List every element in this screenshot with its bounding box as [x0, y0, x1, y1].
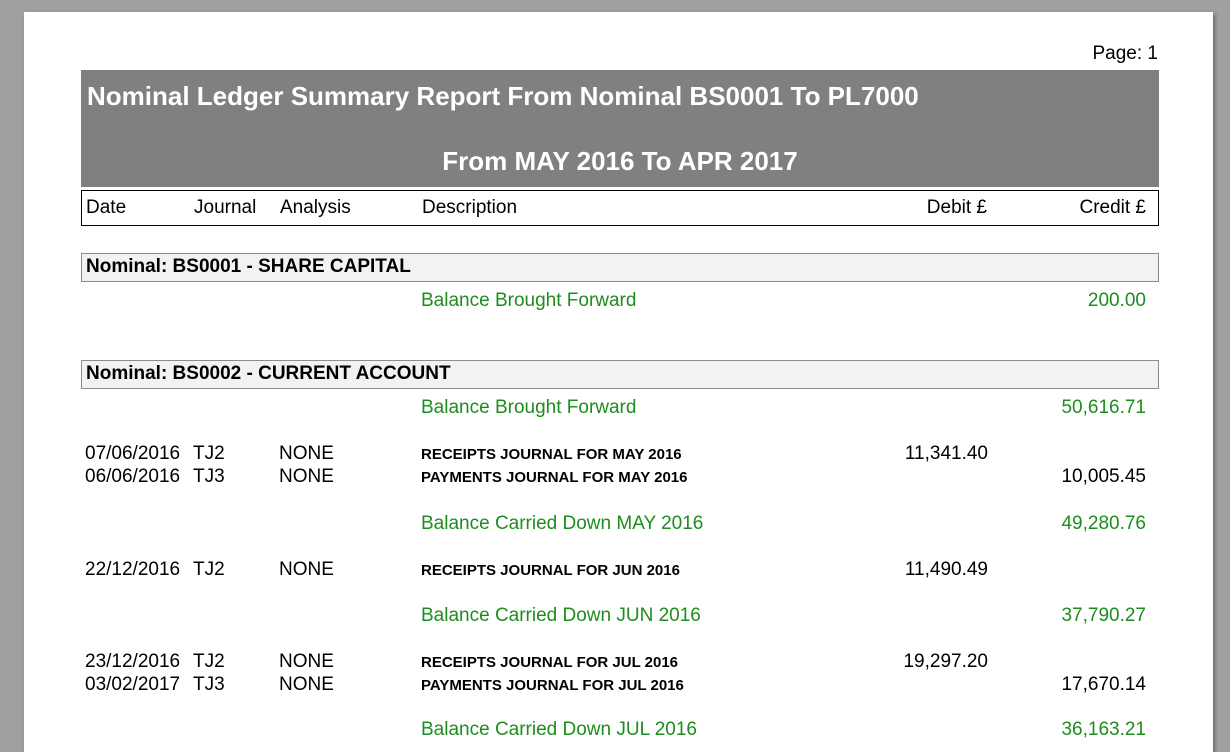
report-title: Nominal Ledger Summary Report From Nomin… [87, 81, 919, 111]
entry-description: PAYMENTS JOURNAL FOR JUL 2016 [421, 677, 684, 694]
entry-journal: TJ3 [193, 466, 225, 487]
journal-entry-row: 22/12/2016 TJ2 NONE RECEIPTS JOURNAL FOR… [81, 559, 1159, 582]
nominal-section-header: Nominal: BS0002 - CURRENT ACCOUNT [81, 360, 1159, 389]
balance-label: Balance Brought Forward [421, 290, 637, 311]
column-header-credit: Credit £ [1079, 197, 1146, 218]
entry-date: 23/12/2016 [85, 651, 181, 672]
balance-value: 49,280.76 [1061, 513, 1146, 534]
entry-credit: 17,670.14 [1061, 674, 1146, 695]
balance-label: Balance Carried Down JUN 2016 [421, 605, 701, 626]
column-header-row: Date Journal Analysis Description Debit … [81, 190, 1159, 226]
entry-journal: TJ2 [193, 559, 225, 580]
column-header-journal: Journal [194, 197, 257, 218]
report-period: From MAY 2016 To APR 2017 [442, 146, 798, 176]
entry-analysis: NONE [279, 651, 334, 672]
entry-description: RECEIPTS JOURNAL FOR JUL 2016 [421, 654, 679, 671]
balance-brought-forward-row: Balance Brought Forward 200.00 [81, 290, 1159, 313]
entry-debit: 19,297.20 [903, 651, 988, 672]
entry-analysis: NONE [279, 559, 334, 580]
entry-description: PAYMENTS JOURNAL FOR MAY 2016 [421, 469, 688, 486]
column-header-description: Description [422, 197, 518, 218]
balance-label: Balance Carried Down MAY 2016 [421, 513, 704, 534]
balance-brought-forward-row: Balance Brought Forward 50,616.71 [81, 397, 1159, 420]
balance-label: Balance Carried Down JUL 2016 [421, 719, 698, 740]
nominal-heading: Nominal: BS0002 - CURRENT ACCOUNT [86, 363, 451, 384]
entry-debit: 11,341.40 [904, 443, 988, 464]
entry-date: 07/06/2016 [85, 443, 181, 464]
balance-carried-down-row: Balance Carried Down JUN 2016 37,790.27 [81, 605, 1159, 628]
balance-value: 50,616.71 [1061, 397, 1146, 418]
journal-entry-row: 06/06/2016 TJ3 NONE PAYMENTS JOURNAL FOR… [81, 466, 1159, 489]
balance-value: 200.00 [1087, 290, 1146, 311]
balance-carried-down-row: Balance Carried Down MAY 2016 49,280.76 [81, 513, 1159, 536]
entry-date: 06/06/2016 [85, 466, 181, 487]
page-number: Page: 1 [1092, 43, 1159, 64]
entry-journal: TJ2 [193, 651, 225, 672]
column-header-date: Date [86, 197, 127, 218]
entry-date: 22/12/2016 [85, 559, 181, 580]
journal-entry-row: 23/12/2016 TJ2 NONE RECEIPTS JOURNAL FOR… [81, 651, 1159, 674]
balance-value: 36,163.21 [1061, 719, 1146, 740]
journal-entry-row: 07/06/2016 TJ2 NONE RECEIPTS JOURNAL FOR… [81, 443, 1159, 466]
balance-value: 37,790.27 [1061, 605, 1146, 626]
entry-credit: 10,005.45 [1061, 466, 1146, 487]
balance-label: Balance Brought Forward [421, 397, 637, 418]
entry-debit: 11,490.49 [904, 559, 988, 580]
column-header-debit: Debit £ [926, 197, 987, 218]
nominal-section-header: Nominal: BS0001 - SHARE CAPITAL [81, 253, 1159, 282]
entry-analysis: NONE [279, 674, 334, 695]
entry-journal: TJ2 [193, 443, 225, 464]
report-title-band: Nominal Ledger Summary Report From Nomin… [81, 70, 1159, 187]
entry-analysis: NONE [279, 466, 334, 487]
entry-description: RECEIPTS JOURNAL FOR MAY 2016 [421, 446, 682, 463]
entry-journal: TJ3 [193, 674, 225, 695]
report-page: Page: 1 Nominal Ledger Summary Report Fr… [24, 12, 1213, 752]
entry-date: 03/02/2017 [85, 674, 181, 695]
entry-description: RECEIPTS JOURNAL FOR JUN 2016 [421, 562, 680, 579]
column-header-analysis: Analysis [280, 197, 351, 218]
journal-entry-row: 03/02/2017 TJ3 NONE PAYMENTS JOURNAL FOR… [81, 674, 1159, 697]
nominal-heading: Nominal: BS0001 - SHARE CAPITAL [86, 256, 411, 277]
entry-analysis: NONE [279, 443, 334, 464]
